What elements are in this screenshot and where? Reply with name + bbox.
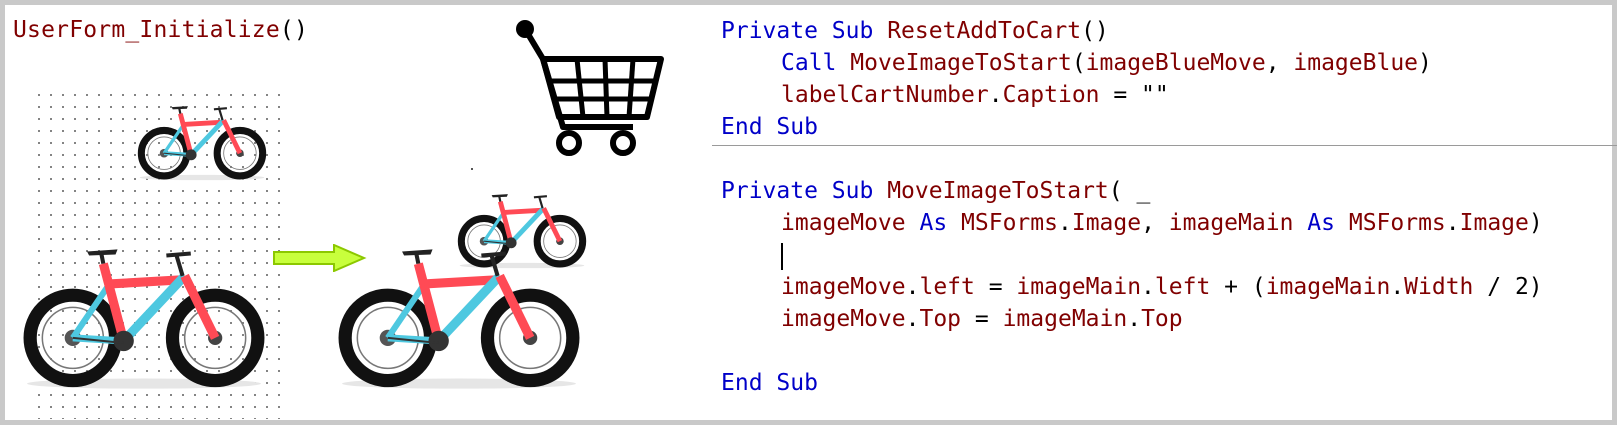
arg-imagebluemove: imageBlueMove <box>1085 50 1266 76</box>
code-line-4: End Sub <box>721 111 1611 143</box>
dot: . <box>905 306 920 332</box>
obj-imagemove: imageMove <box>781 274 906 300</box>
prop-caption: Caption <box>1002 82 1100 108</box>
code-line-10: imageMove.Top = imageMain.Top <box>721 303 1611 335</box>
prop-top: Top <box>1141 306 1183 332</box>
vba-code-editor[interactable]: Private Sub ResetAddToCart() Call MoveIm… <box>721 15 1611 399</box>
userform-initialize-label: UserForm_Initialize() <box>13 17 308 43</box>
code-line-1: Private Sub ResetAddToCart() <box>721 15 1611 47</box>
code-line-12: End Sub <box>721 367 1611 399</box>
keyword-private: Private <box>721 178 818 204</box>
keyword-as: As <box>919 210 948 236</box>
arg-imageblue: imageBlue <box>1293 50 1419 76</box>
close-paren: ) <box>1528 210 1543 236</box>
equals: = <box>974 274 1017 300</box>
plus-open-paren: + ( <box>1210 274 1266 300</box>
sub-name-resetaddtocart: ResetAddToCart <box>887 18 1082 44</box>
screenshot-frame: UserForm_Initialize() Private Sub ResetA… <box>0 0 1617 425</box>
param-imagemove: imageMove <box>781 210 906 236</box>
obj-imagemain: imageMain <box>1016 274 1142 300</box>
type-image: Image <box>1071 210 1142 236</box>
keyword-sub: Sub <box>776 114 818 140</box>
keyword-sub: Sub <box>831 178 874 204</box>
procedure-parens: () <box>279 17 309 43</box>
line-continuation: ( _ <box>1108 178 1151 204</box>
equals: = <box>961 306 1003 332</box>
comma: , <box>1265 50 1294 76</box>
code-line-2: Call MoveImageToStart(imageBlueMove, ima… <box>721 47 1611 79</box>
dot-marker <box>471 168 473 170</box>
dot: . <box>1127 306 1142 332</box>
type-msforms: MSForms <box>961 210 1058 236</box>
assign-empty-string: = "" <box>1099 82 1169 108</box>
prop-width: Width <box>1404 274 1474 300</box>
bike-main-image-copy[interactable] <box>337 241 581 389</box>
keyword-sub: Sub <box>831 18 874 44</box>
type-msforms: MSForms <box>1348 210 1446 236</box>
keyword-call: Call <box>781 50 837 76</box>
comma: , <box>1141 210 1169 236</box>
prop-left: left <box>919 274 975 300</box>
dot: . <box>988 82 1003 108</box>
divide-by-two: / 2) <box>1473 274 1543 300</box>
code-line-6: Private Sub MoveImageToStart( _ <box>721 175 1611 207</box>
keyword-as: As <box>1307 210 1335 236</box>
open-paren: ( <box>1071 50 1086 76</box>
obj-labelcartnumber: labelCartNumber <box>781 82 989 108</box>
code-line-9: imageMove.left = imageMain.left + (image… <box>721 271 1611 303</box>
sub-name-moveimagetostart: MoveImageToStart <box>887 178 1109 204</box>
bike-small-image[interactable] <box>137 101 267 181</box>
dot: . <box>905 274 920 300</box>
dot: . <box>1445 210 1460 236</box>
type-image: Image <box>1459 210 1529 236</box>
dot: . <box>1057 210 1072 236</box>
prop-left: left <box>1154 274 1211 300</box>
shopping-cart-icon[interactable] <box>515 19 665 164</box>
code-line-3: labelCartNumber.Caption = "" <box>721 79 1611 111</box>
prop-top: Top <box>919 306 962 332</box>
dot: . <box>1390 274 1405 300</box>
code-line-7: imageMove As MSForms.Image, imageMain As… <box>721 207 1611 239</box>
obj-imagemove: imageMove <box>781 306 906 332</box>
param-imagemain: imageMain <box>1168 210 1294 236</box>
dot: . <box>1141 274 1155 300</box>
keyword-sub: Sub <box>776 370 818 396</box>
call-moveimagetostart: MoveImageToStart <box>850 50 1072 76</box>
parens: () <box>1081 18 1109 44</box>
keyword-end: End <box>721 114 763 140</box>
keyword-end: End <box>721 370 763 396</box>
obj-imagemain: imageMain <box>1002 306 1128 332</box>
bike-main-image[interactable] <box>22 241 266 389</box>
obj-imagemain: imageMain <box>1265 274 1391 300</box>
close-paren: ) <box>1418 50 1432 76</box>
procedure-name: UserForm_Initialize <box>13 17 280 43</box>
keyword-private: Private <box>721 18 818 44</box>
